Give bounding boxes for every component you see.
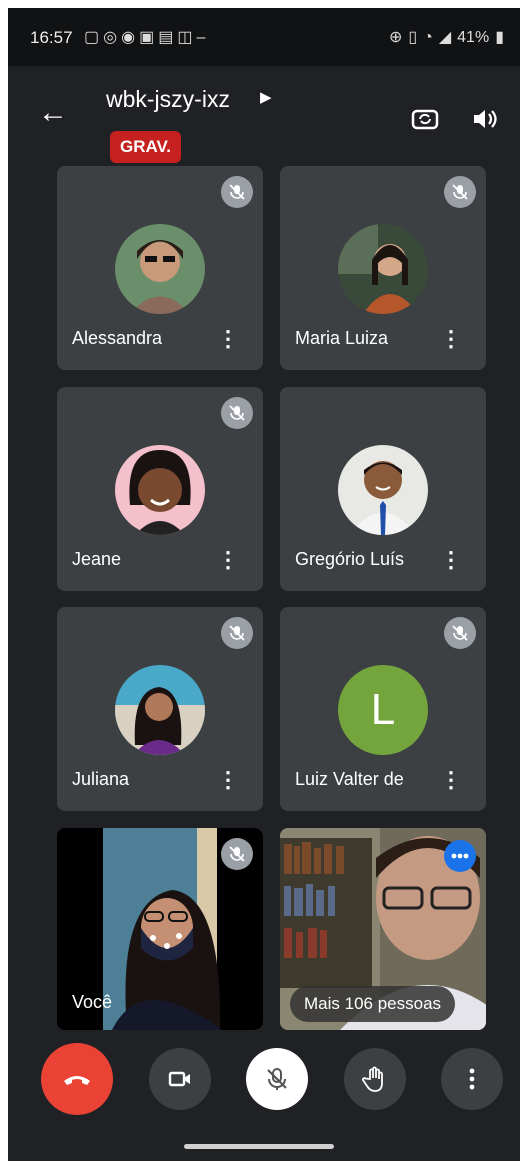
participant-tile[interactable]: Alessandra ⋮	[57, 166, 263, 370]
hang-up-button[interactable]	[41, 1043, 113, 1115]
more-options-icon[interactable]: ⋮	[217, 326, 239, 352]
notification-icons: ▢◎◉▣▤◫–	[84, 27, 209, 47]
more-vert-icon	[469, 1068, 475, 1090]
avatar	[115, 665, 205, 755]
status-time: 16:57	[30, 28, 73, 47]
meet-call-screen: 16:57 ▢◎◉▣▤◫– ⊕ ▯ ◔ ◢ 41% ▮ ← wbk-jszy-ixz ▶ …	[8, 8, 520, 1161]
participant-tile[interactable]: Jeane ⋮	[57, 387, 263, 591]
self-video-tile[interactable]: Você	[57, 828, 263, 1030]
call-controls	[8, 1038, 520, 1128]
participant-name: Maria Luiza	[295, 328, 389, 348]
more-options-icon[interactable]: ⋮	[217, 767, 239, 793]
more-options-button[interactable]	[441, 1048, 503, 1110]
participant-tile[interactable]: Juliana ⋮	[57, 607, 263, 811]
speaker-icon[interactable]	[469, 104, 499, 134]
gallery-icon: ▤	[158, 29, 178, 46]
more-people-tile[interactable]: Mais 106 pessoas	[280, 828, 486, 1030]
participant-name: Juliana	[72, 769, 130, 789]
data-saver-icon: ⊕	[388, 29, 403, 46]
mic-off-icon	[267, 1068, 287, 1090]
vibrate-icon: ▯	[408, 29, 418, 46]
battery-level: 41%	[457, 29, 490, 46]
switch-camera-icon[interactable]	[410, 104, 440, 134]
participant-tile[interactable]: Gregório Luís ⋮	[280, 387, 486, 591]
participant-tile[interactable]: L Luiz Valter de ⋮	[280, 607, 486, 811]
battery-icon: ▮	[495, 29, 504, 46]
status-right: ⊕ ▯ ◔ ◢ 41% ▮	[383, 27, 504, 47]
more-dots-icon[interactable]	[444, 840, 476, 872]
more-options-icon[interactable]: ⋮	[440, 767, 462, 793]
messenger-icon: ◉	[121, 29, 140, 46]
more-people-label: Mais 106 pessoas	[290, 986, 456, 1022]
self-label: Você	[72, 992, 113, 1012]
home-indicator[interactable]	[184, 1144, 334, 1149]
participant-name: Luiz Valter de	[295, 769, 404, 789]
raise-hand-button[interactable]	[344, 1048, 406, 1110]
avatar	[338, 224, 428, 314]
avatar	[338, 445, 428, 535]
mic-off-icon	[221, 397, 253, 429]
recording-badge: GRAV.	[110, 131, 182, 163]
participant-name: Jeane	[72, 549, 122, 569]
video-camera-icon	[168, 1071, 190, 1087]
screen-record-icon: ▢	[84, 29, 104, 46]
avatar	[115, 445, 205, 535]
signal-icon: ◢	[438, 29, 452, 46]
more-options-icon[interactable]: ⋮	[440, 326, 462, 352]
more-options-icon[interactable]: ⋮	[440, 547, 462, 573]
call-header: ← wbk-jszy-ixz ▶ GRAV.	[8, 66, 520, 166]
facebook-icon: ▣	[139, 29, 159, 46]
status-bar: 16:57 ▢◎◉▣▤◫– ⊕ ▯ ◔ ◢ 41% ▮	[8, 8, 520, 66]
hang-up-icon	[64, 1076, 90, 1085]
mic-off-icon	[444, 617, 476, 649]
participant-name: Alessandra	[72, 328, 163, 348]
more-options-icon[interactable]: ⋮	[217, 547, 239, 573]
back-arrow-icon[interactable]: ←	[38, 98, 68, 128]
mic-off-icon	[444, 176, 476, 208]
caret-right-icon[interactable]: ▶	[260, 88, 272, 106]
camera-toggle-button[interactable]	[149, 1048, 211, 1110]
avatar-letter: L	[338, 665, 428, 755]
participant-tile[interactable]: Maria Luiza ⋮	[280, 166, 486, 370]
mic-off-icon	[221, 838, 253, 870]
hand-icon	[362, 1066, 383, 1092]
participant-name: Gregório Luís	[295, 549, 405, 569]
minus-icon: –	[196, 29, 210, 46]
meeting-code[interactable]: wbk-jszy-ixz	[106, 86, 230, 113]
instagram-icon: ◫	[177, 29, 197, 46]
wifi-icon: ◔	[423, 29, 433, 46]
mic-toggle-button[interactable]	[246, 1048, 308, 1110]
mic-off-icon	[221, 617, 253, 649]
whatsapp-icon: ◎	[103, 29, 122, 46]
mic-off-icon	[221, 176, 253, 208]
avatar	[115, 224, 205, 314]
